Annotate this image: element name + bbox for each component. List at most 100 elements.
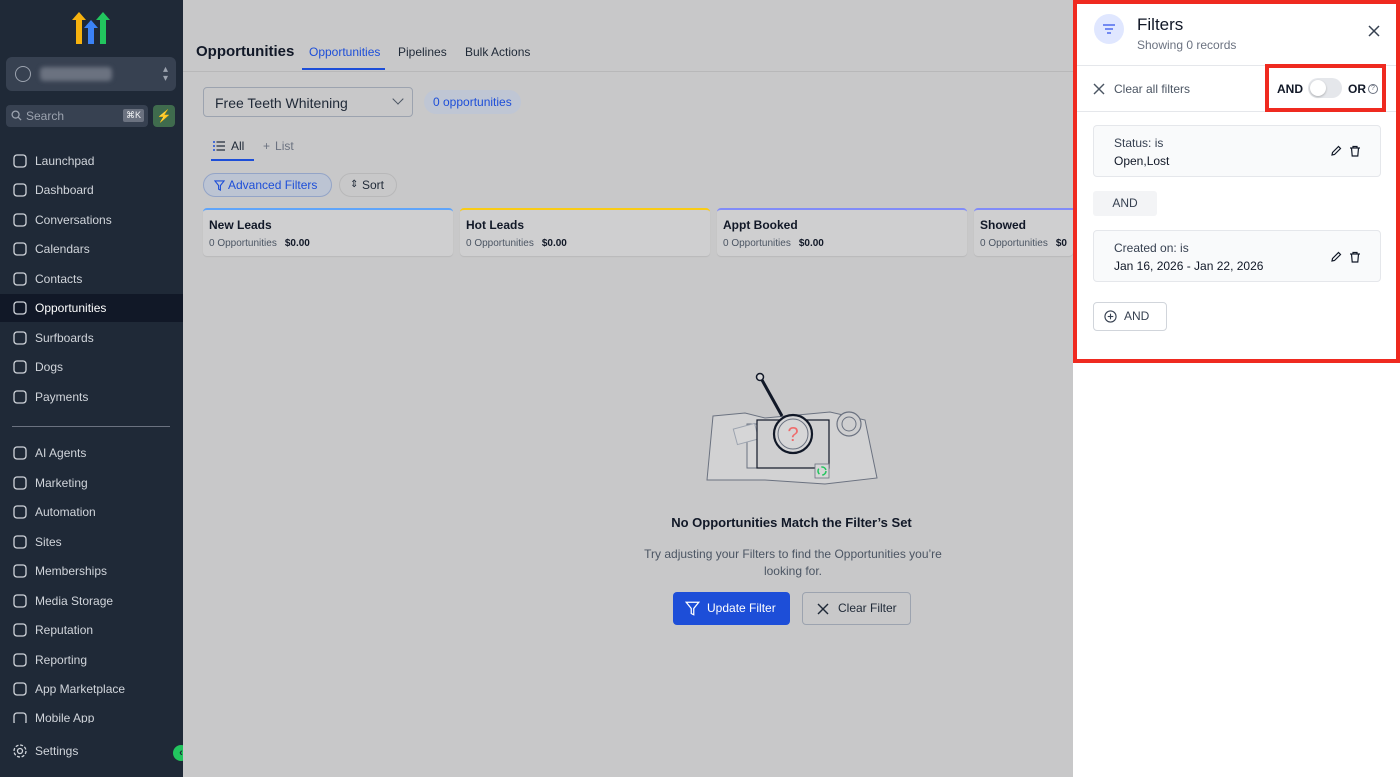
sidebar-item-label: Automation [35, 505, 96, 519]
sidebar-item-label: App Marketplace [35, 682, 126, 696]
toggle-knob [1310, 80, 1326, 96]
sidebar-item-memberships[interactable]: Memberships [0, 557, 183, 585]
filter-label: Status: is [1114, 136, 1164, 150]
pipeline-select[interactable]: Free Teeth Whitening [203, 87, 413, 117]
chat-icon [12, 212, 35, 228]
sidebar-item-sites[interactable]: Sites [0, 528, 183, 556]
filter-logic-separator: AND [1093, 191, 1157, 216]
close-icon [817, 603, 829, 615]
sort-button[interactable]: ⇕ Sort [339, 173, 397, 197]
quick-action-bolt-icon[interactable]: ⚡ [153, 105, 175, 127]
opportunities-icon [12, 300, 35, 316]
sidebar-item-label: AI Agents [35, 446, 87, 460]
launchpad-icon [12, 153, 35, 169]
stage-count: 0 Opportunities [980, 238, 1048, 249]
stage-amount: $0 [1055, 238, 1067, 249]
tab-opportunities[interactable]: Opportunities [309, 45, 380, 59]
panel-divider [1073, 111, 1400, 112]
view-tab-all[interactable]: All [213, 139, 244, 153]
filter-card-status[interactable]: Status: is Open,Lost [1093, 125, 1381, 177]
update-filter-button[interactable]: Update Filter [673, 592, 790, 625]
sidebar-item-label: Dogs [35, 360, 64, 374]
sidebar-item-app-marketplace[interactable]: App Marketplace [0, 675, 183, 703]
sidebar-item-label: Memberships [35, 564, 108, 578]
pencil-icon[interactable] [1330, 145, 1342, 157]
filter-card-created-on[interactable]: Created on: is Jan 16, 2026 - Jan 22, 20… [1093, 230, 1381, 282]
help-icon[interactable]: ? [1368, 84, 1378, 94]
stage-column-appt-booked: Appt Booked 0 Opportunities $0.00 [717, 208, 967, 256]
image-icon [12, 593, 35, 609]
trash-icon[interactable] [1349, 145, 1361, 157]
clear-all-filters-button[interactable]: Clear all filters [1093, 82, 1190, 96]
advanced-filters-button[interactable]: Advanced Filters [203, 173, 332, 197]
account-switcher[interactable]: ▴ ▾ [6, 57, 176, 91]
sidebar-item-payments[interactable]: Payments [0, 383, 183, 411]
clear-all-filters-label: Clear all filters [1114, 82, 1191, 96]
search-placeholder: Search [26, 109, 65, 123]
sidebar-item-reporting[interactable]: Reporting [0, 646, 183, 674]
sidebar-item-media-storage[interactable]: Media Storage [0, 587, 183, 615]
plus-icon: + [263, 139, 271, 153]
sidebar-item-label: Media Storage [35, 594, 114, 608]
filters-panel: Filters Showing 0 records Clear all filt… [1073, 0, 1400, 777]
clear-filter-button[interactable]: Clear Filter [802, 592, 911, 625]
top-bar: Opportunities Opportunities Pipelines Bu… [183, 0, 1073, 72]
sidebar-item-ai-agents[interactable]: AI Agents [0, 439, 183, 467]
stage-count: 0 Opportunities [466, 238, 534, 249]
close-icon[interactable] [1367, 24, 1381, 38]
search-input[interactable]: Search ⌘K [6, 105, 148, 127]
sidebar-divider [12, 426, 170, 427]
sidebar-item-launchpad[interactable]: Launchpad [0, 147, 183, 175]
contacts-icon [12, 271, 35, 287]
pencil-icon[interactable] [1330, 251, 1342, 263]
tab-bulk-actions[interactable]: Bulk Actions [465, 45, 530, 59]
svg-text:?: ? [787, 424, 798, 446]
dashboard-icon [12, 182, 35, 198]
stage-name: Appt Booked [723, 218, 798, 232]
tab-pipelines[interactable]: Pipelines [398, 45, 447, 59]
stage-count: 0 Opportunities [209, 238, 277, 249]
sidebar-item-reputation[interactable]: Reputation [0, 616, 183, 644]
sidebar-item-label: Sites [35, 535, 62, 549]
tab-active-indicator [302, 68, 385, 70]
sidebar-item-dashboard[interactable]: Dashboard [0, 176, 183, 204]
dog-icon [12, 359, 35, 375]
stage-meta: 0 Opportunities $0.00 [723, 238, 824, 249]
filter-label: Created on: is [1114, 241, 1189, 255]
add-and-filter-button[interactable]: AND [1093, 302, 1167, 331]
sidebar-item-contacts[interactable]: Contacts [0, 265, 183, 293]
sidebar-item-opportunities[interactable]: Opportunities [0, 294, 183, 322]
sort-label: Sort [362, 178, 385, 192]
and-or-toggle[interactable] [1308, 78, 1342, 98]
sidebar-item-marketing[interactable]: Marketing [0, 469, 183, 497]
sidebar-item-label: Launchpad [35, 154, 95, 168]
opportunity-count-badge: 0 opportunities [424, 90, 521, 114]
trash-icon[interactable] [1349, 251, 1361, 263]
view-active-indicator [211, 159, 254, 161]
advanced-filters-label: Advanced Filters [228, 178, 318, 192]
search-shortcut: ⌘K [122, 109, 144, 122]
logic-or-label: OR [1348, 82, 1366, 96]
sidebar-item-automation[interactable]: Automation [0, 498, 183, 526]
sidebar: ▴ ▾ Search ⌘K ⚡ Launchpad Dashboard Convers… [0, 0, 189, 777]
sidebar-item-settings[interactable]: Settings [0, 737, 183, 765]
sparkle-icon [12, 445, 35, 461]
sidebar-item-conversations[interactable]: Conversations [0, 206, 183, 234]
filters-panel-icon [1094, 14, 1124, 44]
stage-column-new-leads: New Leads 0 Opportunities $0.00 [203, 208, 453, 256]
page-title: Opportunities [196, 43, 295, 60]
sidebar-item-calendars[interactable]: Calendars [0, 235, 183, 263]
sidebar-item-surfboards[interactable]: Surfboards [0, 324, 183, 352]
list-icon [213, 141, 225, 151]
search-icon [11, 110, 22, 121]
view-tab-all-label: All [231, 139, 245, 153]
app-logo[interactable] [70, 10, 112, 46]
chevron-down-icon [392, 93, 404, 105]
clear-filter-label: Clear Filter [838, 601, 897, 615]
sidebar-item-label: Payments [35, 390, 89, 404]
sidebar-item-dogs[interactable]: Dogs [0, 353, 183, 381]
view-tab-add-list[interactable]: + List [263, 139, 294, 153]
filter-icon [685, 601, 700, 616]
stage-meta: 0 Opportunities $0.00 [209, 238, 310, 249]
sidebar-item-mobile-app[interactable]: Mobile App [0, 705, 183, 723]
